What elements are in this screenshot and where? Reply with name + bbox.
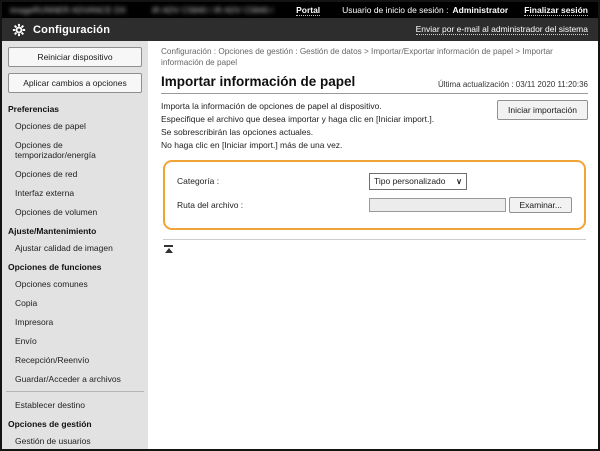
settings-header-bar: Configuración Enviar por e-mail al admin… <box>2 18 598 41</box>
sidebar-section-preferences: Preferencias <box>2 99 148 116</box>
portal-link[interactable]: Portal <box>296 5 320 16</box>
logout-link[interactable]: Finalizar sesión <box>524 5 588 16</box>
back-to-top-icon[interactable] <box>164 245 173 253</box>
sidebar-item-adjust-image-quality[interactable]: Ajustar calidad de imagen <box>2 238 148 257</box>
description-line: Se sobrescribirán las opciones actuales. <box>161 126 487 139</box>
sidebar-item-external-interface[interactable]: Interfaz externa <box>2 183 148 202</box>
gear-icon <box>12 23 26 37</box>
apply-setting-changes-button[interactable]: Aplicar cambios a opciones <box>8 73 142 93</box>
breadcrumb[interactable]: Configuración : Opciones de gestión : Ge… <box>161 46 588 69</box>
sidebar-item-set-destination[interactable]: Establecer destino <box>2 395 148 414</box>
content-area: Reiniciar dispositivo Aplicar cambios a … <box>2 41 598 449</box>
section-divider <box>163 239 586 240</box>
sidebar-item-receive-forward[interactable]: Recepción/Reenvío <box>2 350 148 369</box>
sidebar-item-timer-energy-settings[interactable]: Opciones de temporizador/energía <box>2 135 148 164</box>
description-line: No haga clic en [Iniciar import.] más de… <box>161 139 487 152</box>
device-model-redacted: iR ADV C5840 / iR ADV C5840 / <box>152 5 273 15</box>
page-description: Importa la información de opciones de pa… <box>161 100 487 153</box>
chevron-down-icon: ∨ <box>456 177 462 186</box>
email-admin-link[interactable]: Enviar por e-mail al administrador del s… <box>416 24 588 35</box>
last-updated-timestamp: Última actualización : 03/11 2020 11:20:… <box>438 80 588 89</box>
category-selected-value: Tipo personalizado <box>374 176 446 186</box>
browse-button[interactable]: Examinar... <box>509 197 572 213</box>
title-row: Importar información de papel Última act… <box>161 74 588 94</box>
sidebar-divider <box>6 391 144 392</box>
description-row: Importa la información de opciones de pa… <box>161 100 588 153</box>
file-path-input[interactable] <box>369 198 506 212</box>
category-select[interactable]: Tipo personalizado ∨ <box>369 173 467 190</box>
start-importing-button[interactable]: Iniciar importación <box>497 100 588 120</box>
sidebar-section-adjustment-maintenance: Ajuste/Mantenimiento <box>2 221 148 238</box>
page-section-title: Configuración <box>33 24 110 36</box>
sidebar-section-function-settings: Opciones de funciones <box>2 257 148 274</box>
description-line: Especifique el archivo que desea importa… <box>161 113 487 126</box>
sidebar-item-network-settings[interactable]: Opciones de red <box>2 164 148 183</box>
sidebar-section-management-settings: Opciones de gestión <box>2 414 148 431</box>
category-row: Categoría : Tipo personalizado ∨ <box>177 173 572 190</box>
sidebar-item-copy[interactable]: Copia <box>2 293 148 312</box>
file-path-label: Ruta del archivo : <box>177 200 369 210</box>
sidebar-item-paper-settings[interactable]: Opciones de papel <box>2 116 148 135</box>
sidebar-item-common-settings[interactable]: Opciones comunes <box>2 274 148 293</box>
sidebar-item-volume-settings[interactable]: Opciones de volumen <box>2 202 148 221</box>
category-label: Categoría : <box>177 176 369 186</box>
page-title: Importar información de papel <box>161 74 355 89</box>
import-form-highlight-box: Categoría : Tipo personalizado ∨ Ruta de… <box>163 160 586 230</box>
settings-sidebar: Reiniciar dispositivo Aplicar cambios a … <box>2 41 148 449</box>
login-user-name: Administrator <box>452 5 508 15</box>
sidebar-item-send[interactable]: Envío <box>2 331 148 350</box>
sidebar-item-printer[interactable]: Impresora <box>2 312 148 331</box>
top-status-bar: imageRUNNER ADVANCE DX iR ADV C5840 / iR… <box>2 2 598 18</box>
device-name-redacted: imageRUNNER ADVANCE DX <box>10 5 126 15</box>
sidebar-item-store-access-files[interactable]: Guardar/Acceder a archivos <box>2 369 148 388</box>
file-path-row: Ruta del archivo : Examinar... <box>177 197 572 213</box>
sidebar-item-user-management[interactable]: Gestión de usuarios <box>2 431 148 449</box>
login-user-label: Usuario de inicio de sesión : <box>342 5 448 15</box>
description-line: Importa la información de opciones de pa… <box>161 100 487 113</box>
restart-device-button[interactable]: Reiniciar dispositivo <box>8 47 142 67</box>
main-panel: Configuración : Opciones de gestión : Ge… <box>148 41 598 449</box>
